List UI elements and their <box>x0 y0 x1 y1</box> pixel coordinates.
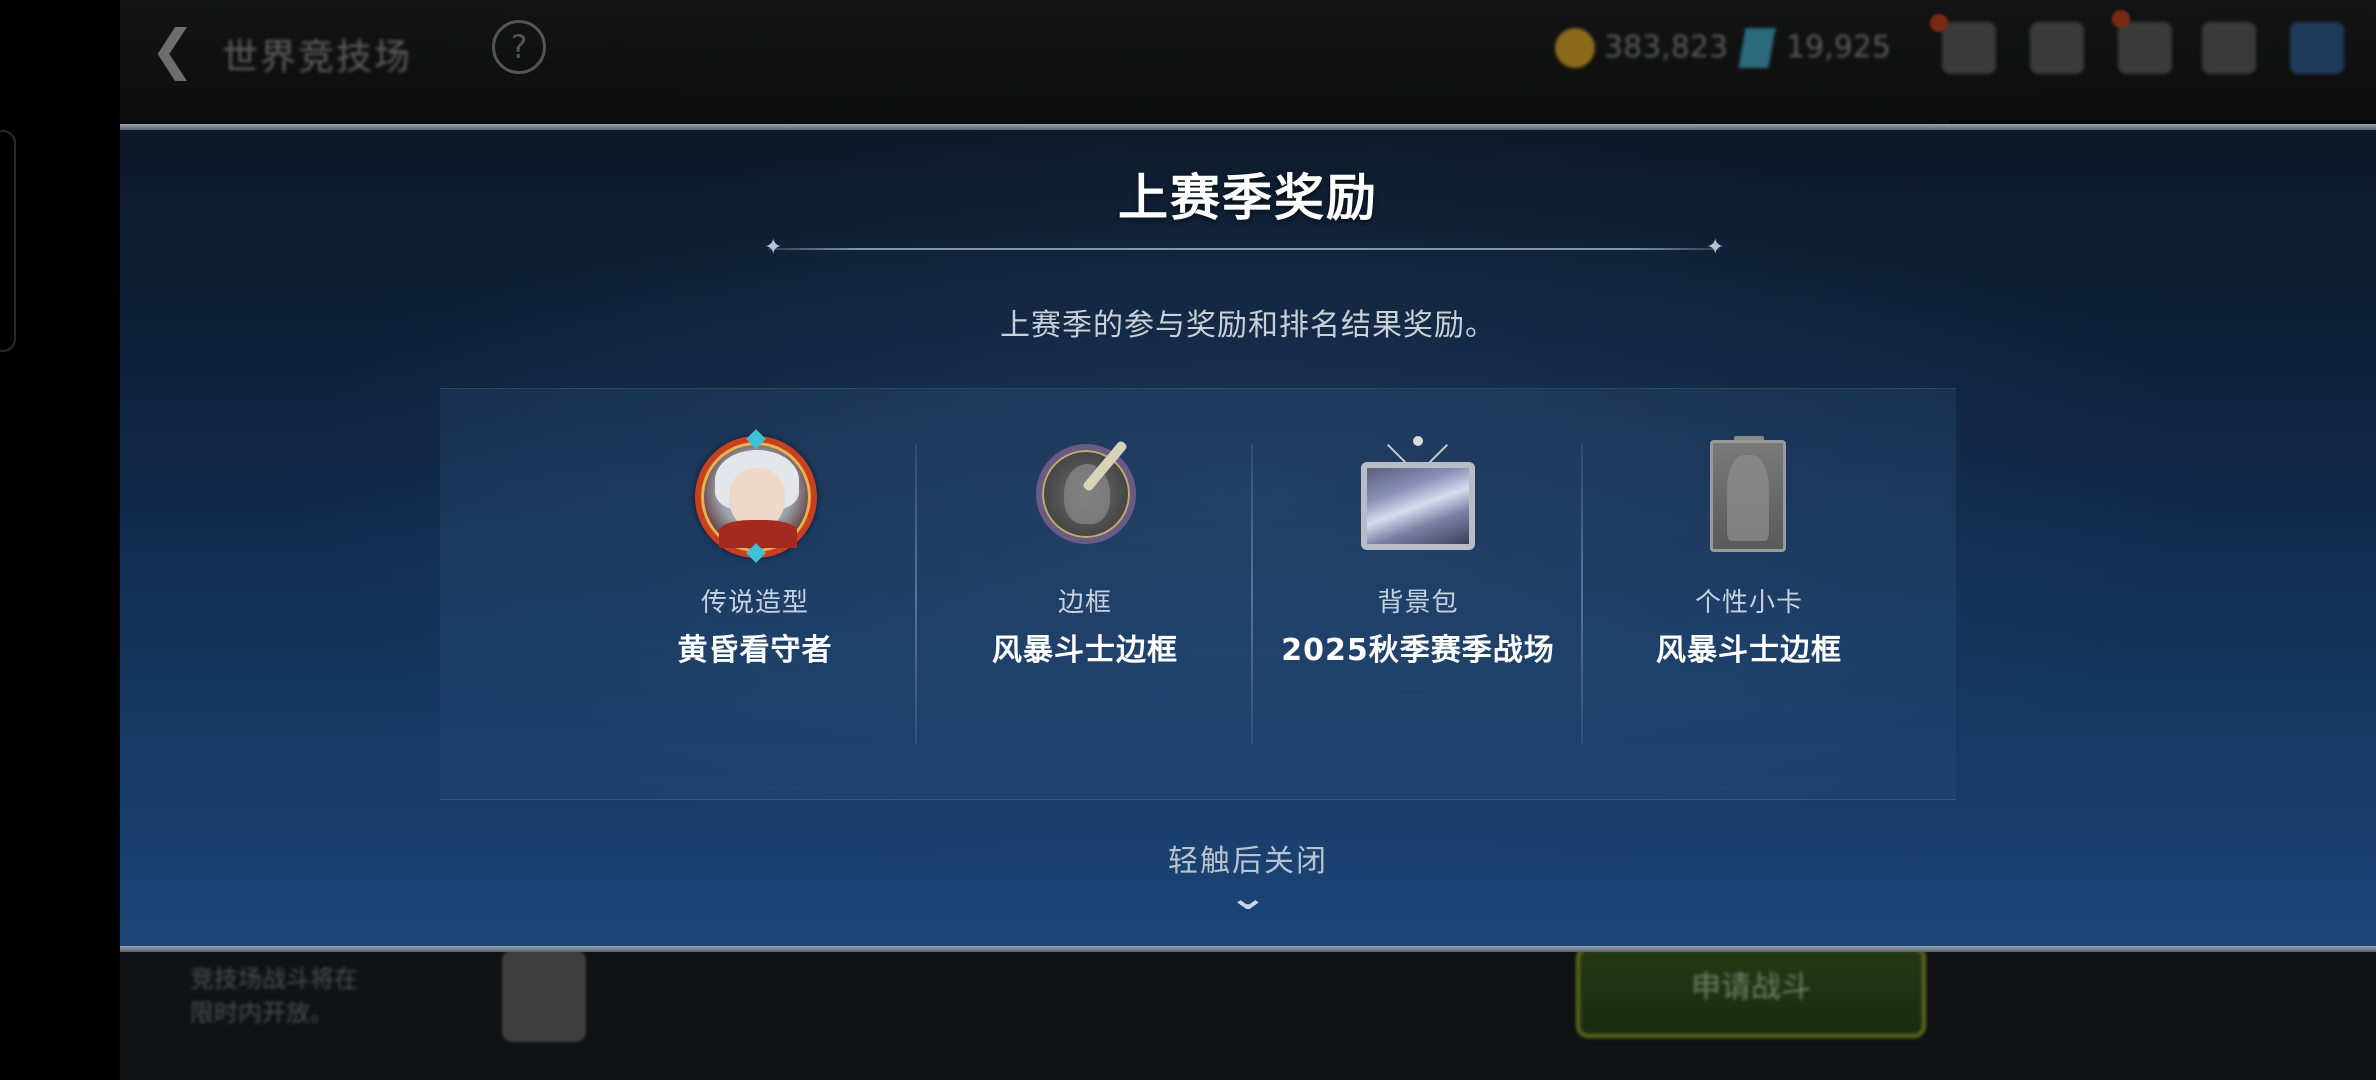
title-divider <box>768 248 1720 250</box>
notification-dot <box>1930 14 1948 32</box>
gold-coin-icon <box>1555 28 1595 68</box>
divider-star-icon: ✦ <box>764 235 783 260</box>
personal-card-icon <box>1710 440 1786 552</box>
crystal-amount: 19,925 <box>1786 30 1891 65</box>
mail-icon[interactable] <box>2118 22 2172 74</box>
team-icon[interactable] <box>502 950 586 1042</box>
modal-title: 上赛季奖励 <box>1118 169 1378 227</box>
reward-item-background-pack[interactable]: 背景包 2025秋季赛季战场 <box>1253 436 1583 669</box>
reward-name: 风暴斗士边框 <box>992 633 1178 668</box>
tap-to-close-hint[interactable]: 轻触后关闭 <box>0 836 2376 880</box>
reward-name: 2025秋季赛季战场 <box>1281 633 1555 668</box>
arena-notice-line: 竞技场战斗将在 限时内开放。 <box>190 965 358 1027</box>
reward-item-personal-card[interactable]: 个性小卡 风暴斗士边框 <box>1584 436 1914 669</box>
divider-star-icon: ✦ <box>1706 235 1725 260</box>
reward-name: 黄昏看守者 <box>677 633 833 668</box>
gold-amount: 383,823 <box>1604 30 1729 65</box>
arena-notice-text: 竞技场战斗将在 限时内开放。 <box>190 962 358 1030</box>
modal-description: 上赛季的参与奖励和排名结果奖励。 <box>1000 308 1496 343</box>
reward-type: 背景包 <box>1377 588 1459 618</box>
bottom-bar <box>120 948 2376 1080</box>
reward-name: 风暴斗士边框 <box>1656 633 1842 668</box>
screen: ❮ 世界竞技场 ? 383,823 19,925 竞技场战斗将在 限时内开放。 … <box>0 0 2376 1080</box>
settings-icon[interactable] <box>2202 22 2256 74</box>
reward-type: 传说造型 <box>700 588 809 618</box>
help-icon[interactable]: ? <box>492 20 546 74</box>
background-pack-picture-icon <box>1361 462 1475 550</box>
legendary-costume-portrait-icon <box>695 436 817 558</box>
storm-fighter-frame-icon <box>1036 444 1136 544</box>
picture-nail-icon <box>1413 436 1423 446</box>
card-silhouette <box>1727 455 1769 541</box>
modal-bottom-border <box>120 946 2376 952</box>
reward-item-frame[interactable]: 边框 风暴斗士边框 <box>920 436 1250 669</box>
event-icon[interactable] <box>1942 22 1996 74</box>
chevron-down-icon[interactable]: ⌄ <box>1223 880 1273 916</box>
menu-icon[interactable] <box>2290 22 2344 74</box>
back-label[interactable]: 世界竞技场 <box>222 28 412 80</box>
modal-top-border <box>120 124 2376 130</box>
reward-item-legendary-costume[interactable]: 传说造型 黄昏看守者 <box>590 429 920 669</box>
notification-dot <box>2112 10 2130 28</box>
reward-type: 个性小卡 <box>1694 588 1803 618</box>
apply-battle-button[interactable]: 申请战斗 <box>1576 946 1926 1038</box>
back-arrow-icon[interactable]: ❮ <box>150 22 200 78</box>
reward-type: 边框 <box>1057 588 1112 618</box>
portrait-cloth <box>719 520 797 548</box>
friends-icon[interactable] <box>2030 22 2084 74</box>
